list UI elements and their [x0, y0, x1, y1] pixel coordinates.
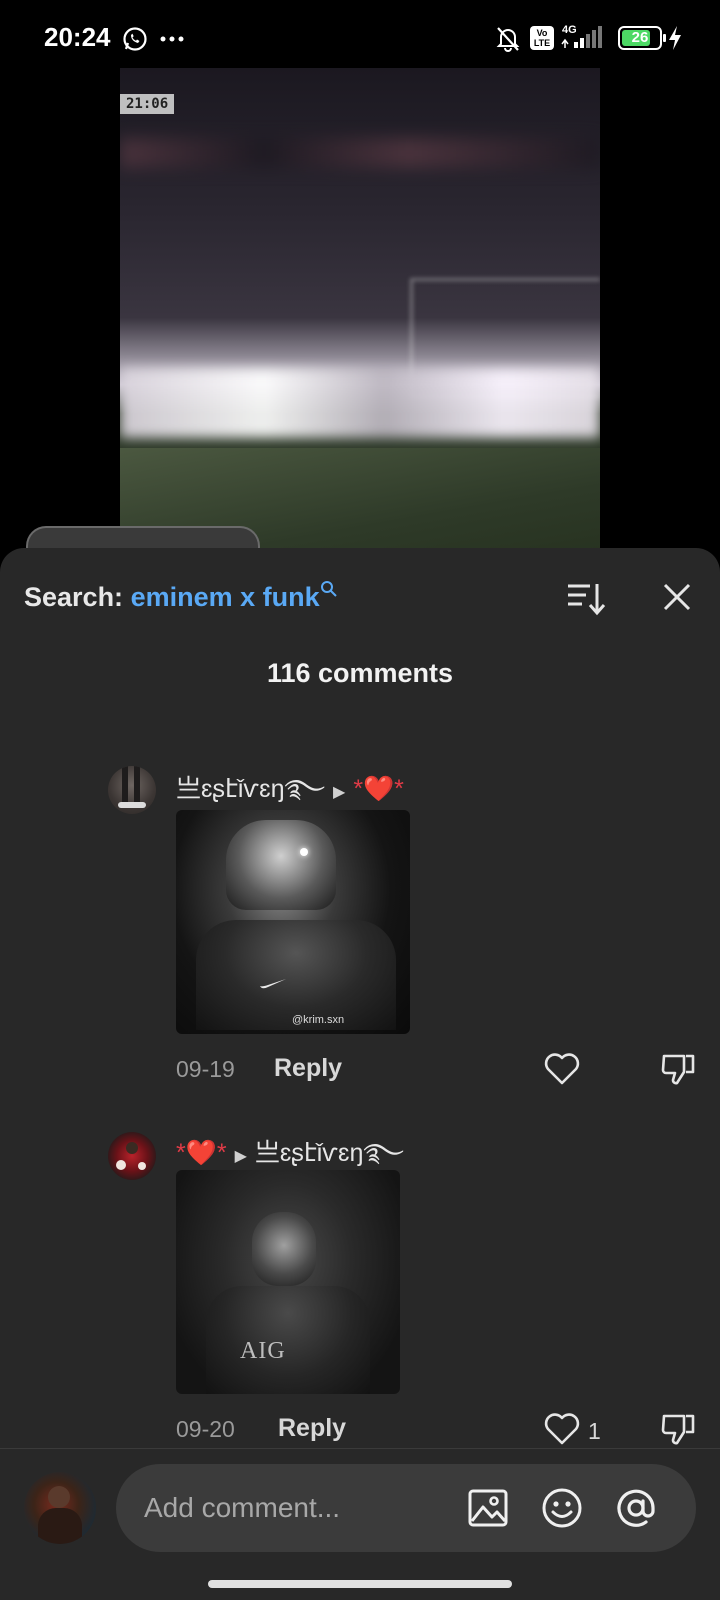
battery-level: 26	[631, 29, 649, 46]
comments-panel	[0, 548, 720, 1600]
like-count: 1	[588, 1418, 601, 1444]
media-sponsor-text: AIG	[240, 1338, 286, 1364]
search-header[interactable]: Search: eminem x funk	[24, 581, 338, 618]
my-avatar[interactable]	[24, 1472, 96, 1544]
status-time: 20:24	[44, 22, 111, 52]
comment-composer[interactable]	[116, 1464, 696, 1552]
comment-count: 116 comments	[266, 658, 454, 688]
reply-button[interactable]: Reply	[278, 1414, 346, 1443]
dislike-icon[interactable]	[660, 1410, 696, 1446]
video-glare	[120, 368, 600, 438]
reply-to-name[interactable]: *❤️*	[353, 775, 404, 803]
dislike-icon[interactable]	[660, 1050, 696, 1086]
close-icon[interactable]	[662, 582, 692, 612]
charging-icon	[669, 26, 681, 50]
nike-logo-icon	[260, 979, 286, 989]
video-stands	[120, 138, 600, 168]
sort-icon[interactable]	[566, 580, 606, 616]
image-icon[interactable]	[466, 1486, 510, 1530]
heart-icon[interactable]	[544, 1052, 580, 1086]
emoji-icon[interactable]	[540, 1486, 584, 1530]
bell-muted-icon	[496, 27, 520, 52]
video-clock: 21:06	[120, 94, 175, 114]
media-watermark: @krim.sxn	[292, 1014, 345, 1026]
search-term-link[interactable]: eminem x funk	[131, 582, 320, 612]
comment-media-image[interactable]: @krim.sxn	[176, 810, 410, 1034]
signal-icon	[561, 26, 602, 48]
battery-icon: 26	[618, 26, 666, 50]
author-name[interactable]: *❤️*	[176, 1139, 227, 1167]
mention-icon[interactable]	[614, 1486, 658, 1530]
reply-arrow-icon: ▶	[333, 784, 346, 801]
author-name[interactable]: 亗ɛʂէǐѵɛŋ࿐	[176, 775, 325, 803]
home-indicator[interactable]	[208, 1580, 512, 1588]
status-bar: 20:24 Vo LTE 4G 26	[0, 0, 720, 70]
reply-button[interactable]: Reply	[274, 1054, 342, 1083]
heart-icon[interactable]	[544, 1412, 580, 1446]
more-dots-icon	[160, 36, 184, 42]
search-label: Search:	[24, 582, 124, 612]
whatsapp-icon	[123, 27, 147, 51]
avatar[interactable]	[108, 1132, 156, 1180]
comment-date: 09-20	[176, 1416, 235, 1442]
comment-date: 09-19	[176, 1056, 235, 1082]
reply-to-name[interactable]: 亗ɛʂէǐѵɛŋ࿐	[255, 1139, 404, 1167]
volte-icon: Vo LTE	[530, 26, 554, 50]
comment-media-image[interactable]: AIG	[176, 1170, 400, 1394]
video-player[interactable]: 21:06	[120, 68, 600, 548]
comment-input[interactable]	[144, 1484, 464, 1532]
reply-arrow-icon: ▶	[234, 1148, 247, 1165]
avatar[interactable]	[108, 766, 156, 814]
search-icon	[320, 581, 337, 597]
